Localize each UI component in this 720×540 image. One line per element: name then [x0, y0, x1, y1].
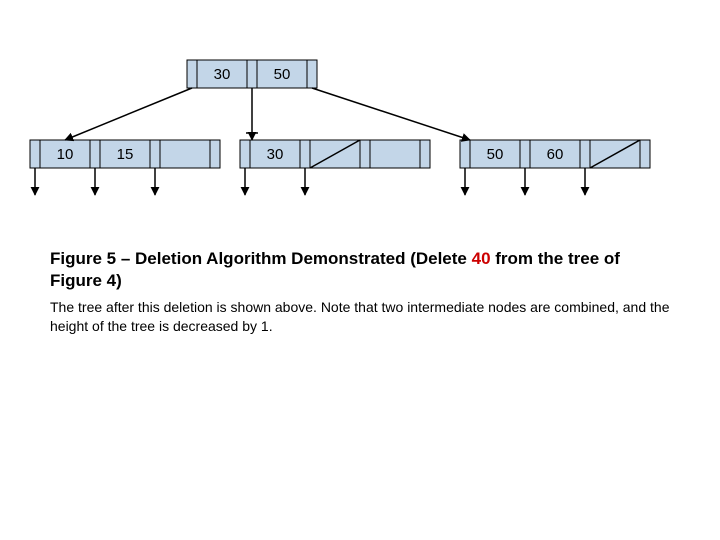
leaf1-key-0: 30	[267, 146, 284, 163]
root-key-1: 50	[274, 66, 291, 83]
figure-body-text: The tree after this deletion is shown ab…	[50, 298, 670, 336]
leaf2-key-0: 50	[487, 146, 504, 163]
figure-caption: Figure 5 – Deletion Algorithm Demonstrat…	[50, 248, 670, 292]
leaf-node-2: 50 60	[460, 140, 650, 168]
leaf0-key-1: 15	[117, 146, 134, 163]
edge-root-leaf0	[65, 88, 192, 140]
leaf-node-0: 10 15	[30, 140, 220, 168]
leaf0-key-0: 10	[57, 146, 74, 163]
leaf-node-1: 30	[240, 140, 430, 168]
root-key-0: 30	[214, 66, 231, 83]
root-node: 30 50	[187, 60, 317, 88]
deleted-value: 40	[472, 249, 491, 268]
caption-prefix: Figure 5 – Deletion Algorithm Demonstrat…	[50, 249, 472, 268]
figure-container: 30 50 10 15 30	[0, 0, 720, 540]
edge-root-leaf2	[312, 88, 470, 140]
leaf2-key-1: 60	[547, 146, 564, 163]
btree-diagram: 30 50 10 15 30	[0, 0, 720, 230]
